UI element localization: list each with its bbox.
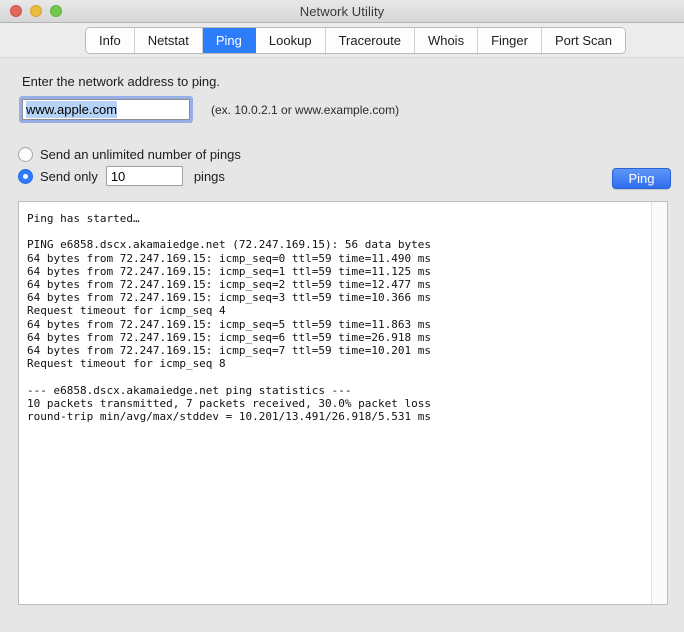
tab-netstat[interactable]: Netstat <box>134 28 203 53</box>
ping-count-options: Send an unlimited number of pings Send o… <box>18 143 241 187</box>
minimize-button-icon[interactable] <box>30 5 42 17</box>
prompt-label: Enter the network address to ping. <box>22 74 221 89</box>
tab-group: Info Netstat Ping Lookup Traceroute Whoi… <box>86 28 626 53</box>
network-utility-window: Network Utility Info Netstat Ping Lookup… <box>0 0 684 632</box>
tab-info[interactable]: Info <box>86 28 135 53</box>
pings-unit-label: pings <box>193 168 225 184</box>
tab-traceroute[interactable]: Traceroute <box>325 28 415 53</box>
ping-output-text: Ping has started… PING e6858.dscx.akamai… <box>19 202 651 604</box>
maximize-button-icon[interactable] <box>50 5 62 17</box>
radio-send-only-label: Send only <box>40 168 98 184</box>
tab-finger[interactable]: Finger <box>478 28 542 53</box>
radio-row-send-only[interactable]: Send only 10 pings <box>18 165 241 187</box>
tab-bar: Info Netstat Ping Lookup Traceroute Whoi… <box>0 23 684 58</box>
ping-output-area[interactable]: Ping has started… PING e6858.dscx.akamai… <box>18 201 668 605</box>
tab-ping[interactable]: Ping <box>202 28 256 53</box>
radio-row-unlimited[interactable]: Send an unlimited number of pings <box>18 143 241 165</box>
ping-count-value: 10 <box>110 168 126 184</box>
vertical-scrollbar[interactable] <box>651 202 667 604</box>
window-title: Network Utility <box>299 3 385 19</box>
radio-unlimited-label: Send an unlimited number of pings <box>40 146 241 162</box>
title-bar: Network Utility <box>0 0 684 23</box>
radio-unlimited-pings[interactable] <box>18 146 33 162</box>
address-row: www.apple.com (ex. 10.0.2.1 or www.examp… <box>22 99 399 120</box>
tab-lookup[interactable]: Lookup <box>255 28 326 53</box>
tab-whois[interactable]: Whois <box>414 28 479 53</box>
address-input-value: www.apple.com <box>26 101 118 118</box>
address-hint: (ex. 10.0.2.1 or www.example.com) <box>211 102 400 117</box>
ping-pane: Enter the network address to ping. www.a… <box>0 58 684 632</box>
window-controls <box>10 0 62 22</box>
address-input[interactable]: www.apple.com <box>22 99 190 120</box>
close-button-icon[interactable] <box>10 5 22 17</box>
tab-port-scan[interactable]: Port Scan <box>541 28 626 53</box>
ping-count-input[interactable]: 10 <box>105 166 183 186</box>
ping-button[interactable]: Ping <box>612 168 671 189</box>
radio-send-only[interactable] <box>18 168 33 184</box>
